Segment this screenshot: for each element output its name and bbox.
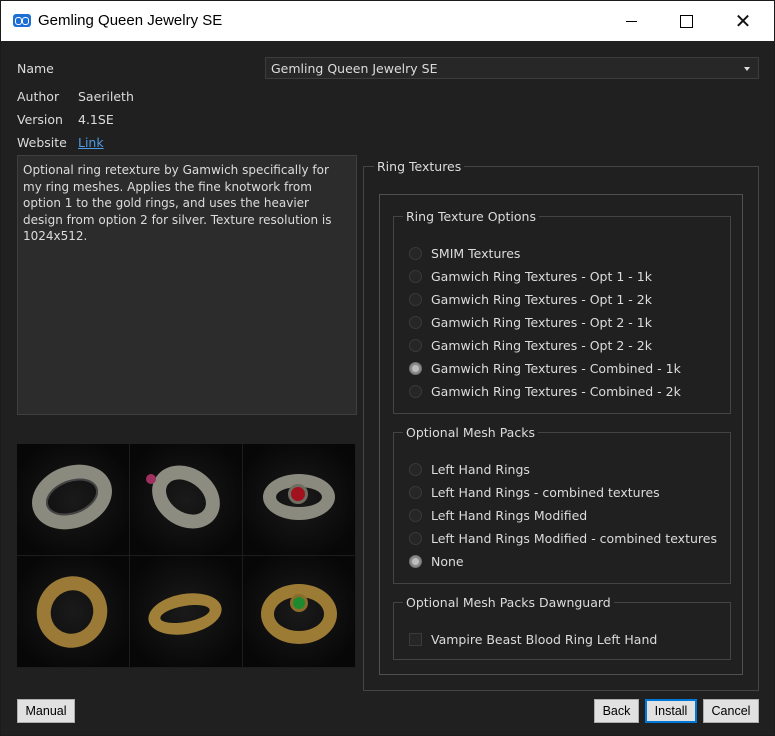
checkbox[interactable]: [409, 633, 422, 646]
preview-image[interactable]: [17, 444, 356, 668]
radio-button[interactable]: [409, 385, 422, 398]
group-title: Optional Mesh Packs: [403, 425, 538, 440]
close-button[interactable]: ✕: [715, 1, 771, 41]
group-title: Optional Mesh Packs Dawnguard: [403, 595, 614, 610]
radio-button[interactable]: [409, 486, 422, 499]
author-value: Saerileth: [78, 89, 134, 104]
ring-image-tile: [243, 556, 356, 668]
back-button[interactable]: Back: [594, 699, 639, 723]
option-label: Left Hand Rings Modified: [431, 508, 588, 523]
option-label: Left Hand Rings: [431, 462, 530, 477]
radio-button[interactable]: [409, 339, 422, 352]
name-select-value: Gemling Queen Jewelry SE: [271, 61, 438, 76]
group-optional-mesh-packs-dawnguard: [393, 602, 731, 660]
option-label: Gamwich Ring Textures - Combined - 2k: [431, 384, 681, 399]
radio-button[interactable]: [409, 270, 422, 283]
option-label: Gamwich Ring Textures - Combined - 1k: [431, 361, 681, 376]
step-title: Ring Textures: [374, 159, 465, 174]
radio-button[interactable]: [409, 532, 422, 545]
minimize-icon: [625, 20, 637, 22]
option-label: Vampire Beast Blood Ring Left Hand: [431, 632, 658, 647]
app-icon: [13, 14, 31, 27]
ring-image-tile: [17, 444, 130, 556]
name-label: Name: [17, 61, 54, 76]
version-label: Version: [17, 112, 63, 127]
minimize-button[interactable]: [603, 1, 659, 41]
ring-image-tile: [130, 444, 243, 556]
option-label: Left Hand Rings Modified - combined text…: [431, 531, 717, 546]
website-label: Website: [17, 135, 67, 150]
maximize-icon: [679, 14, 693, 28]
radio-button[interactable]: [409, 293, 422, 306]
radio-button[interactable]: [409, 509, 422, 522]
version-value: 4.1SE: [78, 112, 114, 127]
author-label: Author: [17, 89, 60, 104]
installer-window: Gemling Queen Jewelry SE ✕ Name Gemling …: [0, 0, 775, 736]
radio-button[interactable]: [409, 247, 422, 260]
group-title: Ring Texture Options: [403, 209, 539, 224]
option-label: SMIM Textures: [431, 246, 521, 261]
radio-button[interactable]: [409, 463, 422, 476]
install-button[interactable]: Install: [645, 699, 697, 723]
maximize-button[interactable]: [658, 1, 714, 41]
option-label: Gamwich Ring Textures - Opt 2 - 1k: [431, 315, 652, 330]
website-link[interactable]: Link: [78, 135, 104, 150]
window-title: Gemling Queen Jewelry SE: [38, 12, 223, 29]
option-label: Gamwich Ring Textures - Opt 2 - 2k: [431, 338, 652, 353]
ring-image-tile: [130, 556, 243, 668]
radio-button[interactable]: [409, 316, 422, 329]
chevron-down-icon: [744, 67, 750, 71]
option-label: Left Hand Rings - combined textures: [431, 485, 660, 500]
radio-button-selected[interactable]: [409, 362, 422, 375]
option-label: None: [431, 554, 464, 569]
option-label: Gamwich Ring Textures - Opt 1 - 1k: [431, 269, 652, 284]
title-bar: Gemling Queen Jewelry SE ✕: [1, 1, 774, 41]
description-box: Optional ring retexture by Gamwich speci…: [17, 155, 357, 415]
manual-button[interactable]: Manual: [17, 699, 75, 723]
radio-button-selected[interactable]: [409, 555, 422, 568]
ring-image-tile: [17, 556, 130, 668]
name-select[interactable]: Gemling Queen Jewelry SE: [265, 57, 759, 79]
ring-image-tile: [243, 444, 356, 556]
close-icon: ✕: [734, 9, 752, 33]
option-label: Gamwich Ring Textures - Opt 1 - 2k: [431, 292, 652, 307]
cancel-button[interactable]: Cancel: [703, 699, 759, 723]
